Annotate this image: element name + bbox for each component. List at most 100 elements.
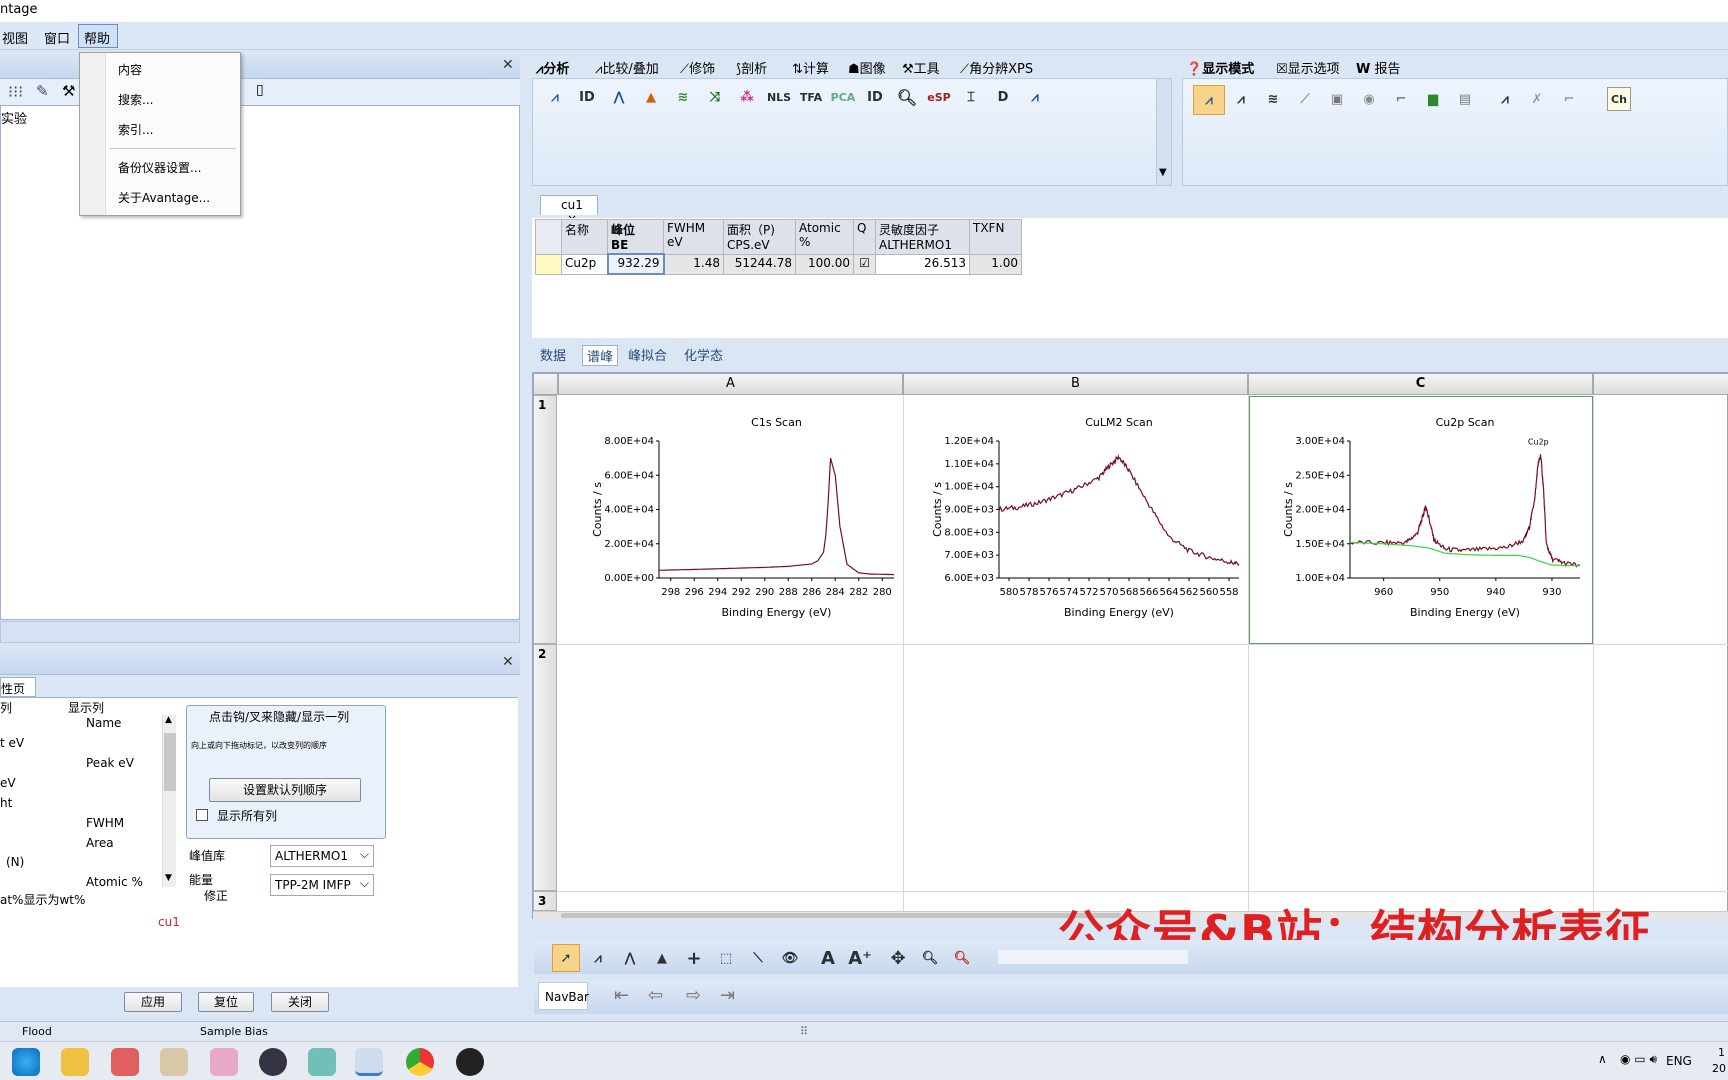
header-name[interactable]: 名称 xyxy=(561,219,608,255)
menu-item-about[interactable]: 关于Avantage... xyxy=(118,189,210,206)
tab-image[interactable]: ☗图像 xyxy=(848,58,886,77)
crosshair-icon[interactable]: + xyxy=(682,946,706,970)
tab-modify[interactable]: ⟋修饰 xyxy=(680,58,715,77)
table-row[interactable]: Cu2p 932.29 1.48 51244.78 100.00 ☑ 26.51… xyxy=(535,253,1022,275)
nls-icon[interactable]: NLS xyxy=(767,85,791,109)
splitter[interactable] xyxy=(0,621,520,643)
column-header-c[interactable]: C xyxy=(1248,373,1593,395)
edge-icon[interactable] xyxy=(12,1048,40,1076)
display-axes-icon[interactable]: ⌐ xyxy=(1389,87,1413,111)
column-header-b[interactable]: B xyxy=(903,373,1248,395)
app-icon[interactable] xyxy=(210,1048,238,1076)
show-all-checkbox[interactable] xyxy=(196,809,208,821)
id-icon[interactable]: ID xyxy=(863,85,887,109)
circles-icon[interactable]: ⁂ xyxy=(735,85,759,109)
spectrum-icon[interactable]: ⩘ xyxy=(1023,85,1047,109)
branch-icon[interactable]: ⤨ xyxy=(703,85,727,109)
ribbon-scroll[interactable]: ▼ xyxy=(1156,78,1172,186)
close-button[interactable]: 关闭 xyxy=(271,992,329,1012)
app-icon[interactable] xyxy=(111,1048,139,1076)
peak-icon[interactable]: ▲ xyxy=(639,85,663,109)
cell-sensitivity[interactable]: 26.513 xyxy=(875,253,970,275)
column-item[interactable]: Atomic % xyxy=(86,875,143,887)
tab-display-options[interactable]: ☒显示选项 xyxy=(1276,58,1340,77)
multi-peak-icon[interactable]: ⋀ xyxy=(618,946,642,970)
search-icon[interactable]: 🔍︎ xyxy=(895,85,919,109)
file-explorer-icon[interactable] xyxy=(61,1048,89,1076)
resize-grip-icon[interactable]: ⠿ xyxy=(800,1025,808,1038)
display-3d-icon[interactable]: ⟋ xyxy=(1293,87,1317,111)
cell-area[interactable]: 51244.78 xyxy=(723,253,796,275)
header-peak-be[interactable]: 峰位 BE xyxy=(607,219,664,255)
menu-item-backup-settings[interactable]: 备份仪器设置... xyxy=(118,159,201,176)
display-spectrum-icon[interactable]: ⩘ xyxy=(1193,85,1225,115)
overlay-icon[interactable]: ≋ xyxy=(671,85,695,109)
cell-name[interactable]: Cu2p xyxy=(561,253,608,275)
tab-report[interactable]: W 报告 xyxy=(1356,58,1401,77)
id-icon[interactable]: ID xyxy=(575,85,599,109)
chart-culm2[interactable]: CuLM2 Scan 6.00E+03 7.00E+03 8.00E+03 9.00E+… xyxy=(904,396,1247,642)
text-add-icon[interactable]: A⁺ xyxy=(848,946,872,970)
ae-icon[interactable]: ⩘ xyxy=(1493,87,1517,111)
grid-icon[interactable]: ⁝⁝⁝ xyxy=(8,82,23,101)
next-icon[interactable]: ⇨ xyxy=(686,985,701,1006)
column-item[interactable]: Area xyxy=(86,836,114,850)
cell-q-checkbox[interactable]: ☑ xyxy=(853,253,876,275)
column-item[interactable]: Peak eV xyxy=(86,756,134,770)
display-stack-icon[interactable]: ≋ xyxy=(1261,87,1285,111)
close-icon[interactable]: ✕ xyxy=(502,654,514,670)
tab-chemical-state[interactable]: 化学态 xyxy=(684,345,723,364)
header-fwhm[interactable]: FWHM eV xyxy=(663,219,724,255)
display-overlay-icon[interactable]: ⩘ xyxy=(1229,87,1253,111)
chart-c1s[interactable]: C1s Scan 0.00E+00 2.00E+04 4.00E+04 6.00E+04… xyxy=(559,396,902,642)
esp-icon[interactable]: eSP xyxy=(927,85,951,109)
column-header-a[interactable]: A xyxy=(558,373,903,395)
move-icon[interactable]: ✥ xyxy=(886,946,910,970)
search-app-icon[interactable] xyxy=(259,1048,287,1076)
cell-atomic[interactable]: 100.00 xyxy=(795,253,854,275)
dc-icon[interactable]: ⌐ xyxy=(1557,87,1581,111)
select-region-icon[interactable]: ⬚ xyxy=(714,946,738,970)
menu-view[interactable]: 视图 xyxy=(2,28,28,47)
tab-peak-fit[interactable]: 峰拟合 xyxy=(628,345,667,364)
list-scrollbar[interactable]: ▲ ▼ xyxy=(162,715,176,887)
tree-item-experiment[interactable]: 实验 xyxy=(1,108,27,127)
tab-compare[interactable]: ⩘比较/叠加 xyxy=(595,58,659,77)
header-sensitivity[interactable]: 灵敏度因子 ALTHERMO1 xyxy=(875,219,970,255)
tab-cu1[interactable]: cu1 × xyxy=(540,195,598,226)
xy-icon[interactable]: ✗ xyxy=(1525,87,1549,111)
menu-item-contents[interactable]: 内容 xyxy=(118,61,142,78)
apply-button[interactable]: 应用 xyxy=(124,992,182,1012)
peak-id-icon[interactable]: ⩘ xyxy=(543,85,567,109)
region-icon[interactable]: ⌶ xyxy=(959,85,983,109)
energy-correction-select[interactable]: TPP-2M IMFP xyxy=(270,874,374,896)
display-box-icon[interactable]: ▣ xyxy=(1325,87,1349,111)
fit-peak-icon[interactable]: ▲ xyxy=(650,946,674,970)
line-icon[interactable]: ⟍ xyxy=(746,946,770,970)
column-item[interactable]: FWHM xyxy=(86,816,124,830)
header-atomic[interactable]: Atomic% xyxy=(795,219,854,255)
book-icon[interactable]: ▯ xyxy=(256,82,264,98)
input-language[interactable]: ENG xyxy=(1666,1054,1692,1068)
row-color-swatch[interactable] xyxy=(535,253,562,275)
last-icon[interactable]: ⇥ xyxy=(720,985,735,1006)
display-circle-icon[interactable]: ◉ xyxy=(1357,87,1381,111)
zoom-in-icon[interactable]: 🔍︎ xyxy=(918,946,942,970)
first-icon[interactable]: ⇤ xyxy=(614,985,629,1006)
header-area[interactable]: 面积（P) CPS.eV xyxy=(723,219,796,255)
obs-icon[interactable] xyxy=(456,1048,484,1076)
avantage-icon[interactable] xyxy=(355,1048,383,1076)
zoom-reset-icon[interactable]: 🔍︎ xyxy=(950,946,974,970)
menu-help[interactable]: 帮助 xyxy=(84,28,110,47)
chrome-icon[interactable] xyxy=(406,1048,434,1076)
tab-data[interactable]: 数据 xyxy=(540,345,566,364)
properties-tab[interactable]: 性页 xyxy=(0,677,36,697)
set-default-order-button[interactable]: 设置默认列顺序 xyxy=(209,778,361,802)
eye-icon[interactable]: 👁︎ xyxy=(778,946,802,970)
tab-analysis[interactable]: ⩘分析 xyxy=(536,58,569,77)
app-icon[interactable] xyxy=(160,1048,188,1076)
pointer-icon[interactable]: ➚ xyxy=(552,944,580,972)
tab-arxps[interactable]: ⟋角分辨XPS xyxy=(960,58,1033,77)
tab-tools[interactable]: ⚒工具 xyxy=(902,58,940,77)
fit-icon[interactable]: ⋀ xyxy=(607,85,631,109)
